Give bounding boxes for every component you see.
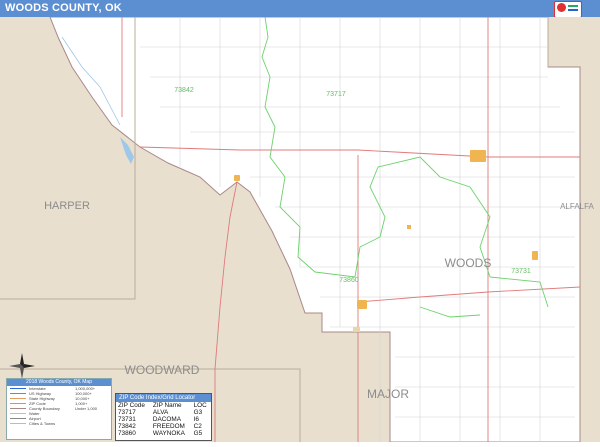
zip-label-73842: 73842 [174,87,194,94]
zip-label-73731: 73731 [511,268,531,275]
table-row: 73842 FREEDOM C2 [118,423,202,430]
logo-mark-icon [557,3,566,12]
neighbor-label-alfalfa: ALFALFA [560,202,594,211]
zip-label-73717: 73717 [326,91,346,98]
compass-rose-icon [9,353,35,379]
map-title: WOODS COUNTY, OK [5,2,122,14]
neighbor-label-harper: HARPER [44,200,90,212]
table-row: 73731 DACOMA I6 [118,416,199,423]
map-frame: WOODS COUNTY, OK HARPER ALFALFA WOODWARD… [0,0,600,443]
zip-code-index: ZIP Code Index/Grid Locator ZIP Code ZIP… [115,393,212,441]
neighbor-label-woodward: WOODWARD [125,363,200,377]
table-row: 73717 ALVA G3 [118,409,203,416]
publisher-logo [554,1,582,18]
legend-title: 2018 Woods County, OK Map [7,379,111,386]
title-bar: WOODS COUNTY, OK [0,0,600,18]
map-legend: 2018 Woods County, OK Map Interstate 1,00… [6,378,112,440]
table-row: 73860 WAYNOKA G5 [118,430,203,437]
zip-index-title: ZIP Code Index/Grid Locator [116,394,211,402]
neighbor-label-major: MAJOR [367,387,409,401]
table-header-row: ZIP Code ZIP Name LOC [118,402,207,409]
zip-label-73860: 73860 [339,277,359,284]
county-label: WOODS [445,256,492,270]
zip-index-table: ZIP Code ZIP Name LOC 73717 ALVA G3 7373… [116,402,211,437]
